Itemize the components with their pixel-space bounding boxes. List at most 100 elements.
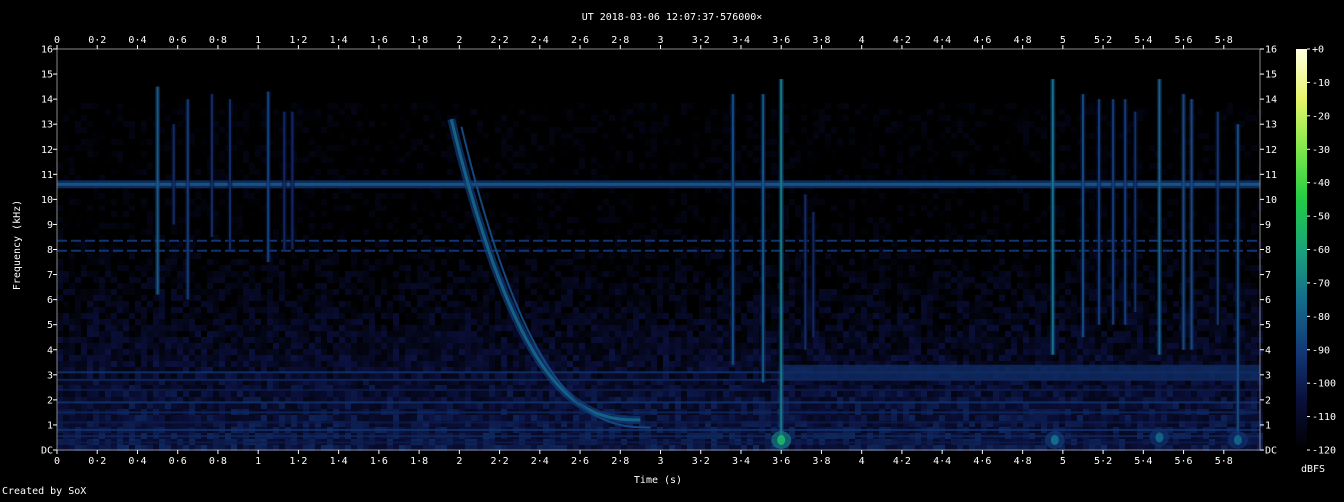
noise-cell	[507, 127, 513, 133]
noise-cell	[705, 145, 711, 151]
noise-cell	[93, 49, 99, 55]
noise-cell	[969, 103, 975, 109]
noise-cell	[813, 151, 819, 157]
noise-cell	[351, 127, 357, 133]
noise-cell	[549, 97, 555, 103]
noise-cell	[99, 103, 105, 109]
noise-cell	[357, 145, 363, 151]
noise-cell	[1113, 61, 1119, 67]
noise-cell	[513, 109, 519, 115]
noise-cell	[513, 133, 519, 139]
noise-cell	[969, 157, 975, 163]
noise-cell	[1221, 163, 1227, 169]
noise-cell	[1023, 73, 1029, 79]
noise-cell	[459, 109, 465, 115]
noise-cell	[1071, 115, 1077, 121]
noise-cell	[369, 97, 375, 103]
noise-cell	[963, 145, 969, 151]
noise-cell	[1173, 103, 1179, 109]
noise-cell	[69, 85, 75, 91]
noise-cell	[237, 109, 243, 115]
noise-cell	[381, 85, 387, 91]
noise-cell	[993, 175, 999, 181]
noise-cell	[645, 151, 651, 157]
noise-cell	[1005, 91, 1011, 97]
noise-cell	[963, 49, 969, 55]
noise-cell	[819, 97, 825, 103]
noise-cell	[471, 61, 477, 67]
noise-cell	[297, 169, 303, 175]
noise-cell	[909, 61, 915, 67]
noise-cell	[303, 91, 309, 97]
noise-cell	[387, 109, 393, 115]
noise-cell	[1137, 49, 1143, 55]
noise-cell	[219, 103, 225, 109]
noise-cell	[345, 55, 351, 61]
noise-cell	[651, 121, 657, 127]
noise-cell	[1059, 151, 1065, 157]
noise-cell	[549, 139, 555, 145]
noise-cell	[843, 139, 849, 145]
noise-cell	[219, 175, 225, 181]
noise-cell	[849, 175, 855, 181]
noise-cell	[693, 151, 699, 157]
noise-cell	[609, 151, 615, 157]
noise-cell	[825, 85, 831, 91]
noise-cell	[819, 127, 825, 133]
noise-cell	[549, 121, 555, 127]
noise-cell	[627, 55, 633, 61]
noise-cell	[747, 133, 753, 139]
noise-cell	[543, 139, 549, 145]
noise-cell	[81, 79, 87, 85]
noise-cell	[1005, 193, 1011, 199]
noise-cell	[687, 91, 693, 97]
noise-cell	[885, 193, 891, 199]
noise-cell	[573, 79, 579, 85]
noise-cell	[195, 109, 201, 115]
noise-cell	[927, 67, 933, 73]
noise-cell	[375, 61, 381, 67]
noise-cell	[897, 97, 903, 103]
noise-cell	[693, 127, 699, 133]
noise-cell	[315, 67, 321, 73]
noise-cell	[87, 133, 93, 139]
noise-cell	[375, 97, 381, 103]
noise-cell	[357, 151, 363, 157]
noise-cell	[381, 109, 387, 115]
noise-cell	[333, 127, 339, 133]
noise-cell	[849, 97, 855, 103]
noise-cell	[903, 157, 909, 163]
noise-cell	[867, 103, 873, 109]
noise-cell	[861, 157, 867, 163]
noise-cell	[57, 49, 63, 55]
noise-cell	[327, 73, 333, 79]
noise-cell	[57, 79, 63, 85]
noise-cell	[363, 103, 369, 109]
noise-cell	[249, 175, 255, 181]
noise-cell	[411, 139, 417, 145]
noise-cell	[477, 127, 483, 133]
noise-cell	[153, 79, 159, 85]
noise-cell	[507, 73, 513, 79]
noise-cell	[273, 163, 279, 169]
noise-cell	[663, 55, 669, 61]
noise-cell	[87, 163, 93, 169]
noise-cell	[129, 193, 135, 199]
noise-cell	[543, 85, 549, 91]
noise-cell	[1143, 49, 1149, 55]
noise-cell	[801, 145, 807, 151]
noise-cell	[279, 79, 285, 85]
noise-cell	[981, 115, 987, 121]
noise-cell	[315, 61, 321, 67]
noise-cell	[165, 67, 171, 73]
noise-cell	[1041, 79, 1047, 85]
noise-cell	[1029, 193, 1035, 199]
noise-cell	[111, 175, 117, 181]
noise-cell	[1227, 121, 1233, 127]
noise-cell	[273, 157, 279, 163]
noise-cell	[279, 97, 285, 103]
noise-cell	[603, 79, 609, 85]
noise-cell	[507, 139, 513, 145]
noise-cell	[327, 97, 333, 103]
noise-cell	[1011, 85, 1017, 91]
